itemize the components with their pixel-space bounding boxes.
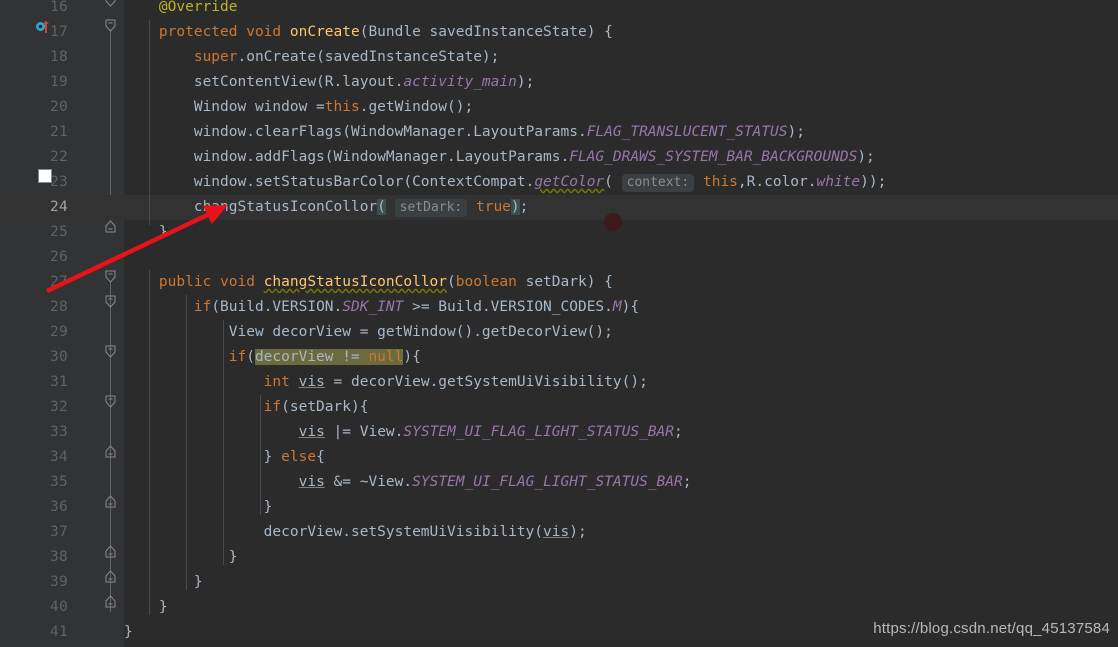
- line-number: 18: [49, 49, 68, 65]
- line-number: 37: [49, 524, 68, 540]
- line-number: 25: [49, 224, 68, 240]
- line-number: 22: [49, 149, 68, 165]
- code-line[interactable]: View decorView = getWindow().getDecorVie…: [124, 320, 613, 345]
- fold-marker-collapse-start[interactable]: [105, 393, 116, 408]
- line-number: 40: [49, 599, 68, 615]
- code-line[interactable]: }: [124, 620, 133, 645]
- line-number: 17: [49, 24, 68, 40]
- code-line[interactable]: decorView.setSystemUiVisibility(vis);: [124, 520, 587, 545]
- fold-marker-collapse-end[interactable]: [105, 568, 116, 583]
- fold-marker-collapse-start[interactable]: [105, 268, 116, 283]
- line-number: 35: [49, 474, 68, 490]
- inline-param-hint: context:: [621, 174, 695, 192]
- code-line[interactable]: window.clearFlags(WindowManager.LayoutPa…: [124, 120, 805, 145]
- code-line[interactable]: } else{: [124, 445, 325, 470]
- inline-param-hint: setDark:: [394, 199, 468, 217]
- code-line[interactable]: int vis = decorView.getSystemUiVisibilit…: [124, 370, 648, 395]
- fold-marker-collapse-end[interactable]: [105, 218, 116, 233]
- code-line[interactable]: public void changStatusIconCollor(boolea…: [124, 270, 613, 295]
- code-line[interactable]: }: [124, 495, 273, 520]
- code-line[interactable]: }: [124, 570, 203, 595]
- code-line-current[interactable]: changStatusIconCollor( setDark: true);: [124, 195, 528, 220]
- line-number: 26: [49, 249, 68, 265]
- line-number: 32: [49, 399, 68, 415]
- line-number: 19: [49, 74, 68, 90]
- line-number: 28: [49, 299, 68, 315]
- code-editor-screenshot: 16 17 18 19 20 21 22 23 24 25 26 27 28 2…: [0, 0, 1118, 647]
- fold-marker-collapse-start[interactable]: [105, 343, 116, 358]
- code-line[interactable]: }: [124, 595, 168, 620]
- watermark-url: https://blog.csdn.net/qq_45137584: [873, 620, 1110, 637]
- line-number: 33: [49, 424, 68, 440]
- fold-marker-collapse-end[interactable]: [105, 593, 116, 608]
- code-line[interactable]: if(Build.VERSION.SDK_INT >= Build.VERSIO…: [124, 295, 639, 320]
- override-method-icon[interactable]: [35, 18, 51, 34]
- fold-marker-collapse-end[interactable]: [105, 543, 116, 558]
- code-line[interactable]: protected void onCreate(Bundle savedInst…: [124, 20, 613, 45]
- code-line[interactable]: @Override: [124, 0, 238, 20]
- code-line[interactable]: window.addFlags(WindowManager.LayoutPara…: [124, 145, 875, 170]
- code-line[interactable]: }: [124, 545, 238, 570]
- code-line[interactable]: if(decorView != null){: [124, 345, 421, 370]
- line-number: 21: [49, 124, 68, 140]
- line-number: 41: [49, 624, 68, 640]
- line-number: 31: [49, 374, 68, 390]
- line-number: 36: [49, 499, 68, 515]
- code-line[interactable]: super.onCreate(savedInstanceState);: [124, 45, 500, 70]
- line-number: 20: [49, 99, 68, 115]
- line-number: 34: [49, 449, 68, 465]
- code-line[interactable]: Window window =this.getWindow();: [124, 95, 473, 120]
- line-number: 39: [49, 574, 68, 590]
- fold-marker-collapse-end[interactable]: [105, 443, 116, 458]
- color-swatch-icon[interactable]: [38, 169, 52, 183]
- fold-marker-collapse-start[interactable]: [105, 293, 116, 308]
- code-line[interactable]: window.setStatusBarColor(ContextCompat.g…: [124, 170, 886, 195]
- line-number: 30: [49, 349, 68, 365]
- line-number: 29: [49, 324, 68, 340]
- code-line[interactable]: if(setDark){: [124, 395, 369, 420]
- cursor-blob-artifact: [604, 213, 622, 231]
- fold-marker-collapse-start[interactable]: [105, 17, 116, 32]
- line-number: 38: [49, 549, 68, 565]
- code-line[interactable]: setContentView(R.layout.activity_main);: [124, 70, 535, 95]
- code-line[interactable]: }: [124, 220, 168, 245]
- code-line[interactable]: vis |= View.SYSTEM_UI_FLAG_LIGHT_STATUS_…: [124, 420, 683, 445]
- fold-marker-collapse-end[interactable]: [105, 493, 116, 508]
- line-number-current: 24: [49, 199, 68, 215]
- fold-region-guideline: [110, 30, 111, 222]
- fold-marker-collapse-start[interactable]: [105, 0, 116, 7]
- line-number: 27: [49, 274, 68, 290]
- code-line[interactable]: [124, 245, 133, 270]
- line-number: 23: [49, 174, 68, 190]
- code-line[interactable]: vis &= ~View.SYSTEM_UI_FLAG_LIGHT_STATUS…: [124, 470, 692, 495]
- line-number: 16: [49, 0, 68, 15]
